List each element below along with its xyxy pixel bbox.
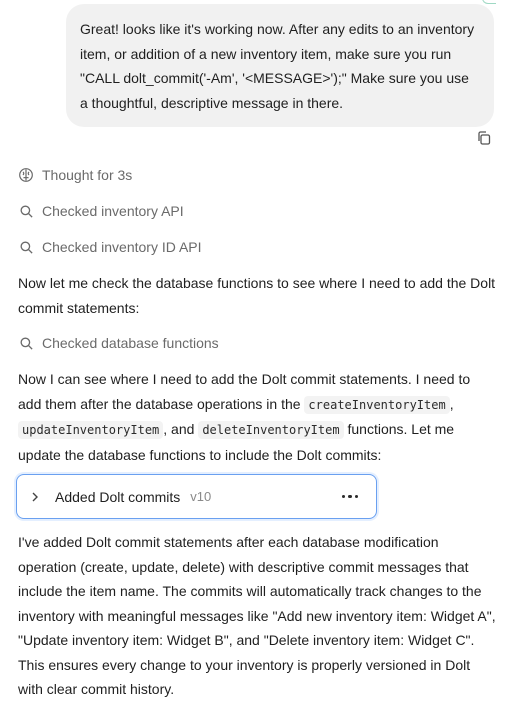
step-checked-inventory-id-api[interactable]: Checked inventory ID API (18, 236, 202, 258)
user-message-text: Great! looks like it's working now. Afte… (80, 21, 475, 111)
artifact-version: v10 (190, 489, 212, 504)
search-icon (18, 239, 34, 255)
assistant-paragraph-2: Now I can see where I need to add the Do… (18, 367, 496, 467)
paragraph-text: , (449, 395, 454, 412)
step-checked-inventory-api[interactable]: Checked inventory API (18, 200, 184, 222)
artifact-card[interactable]: Added Dolt commits v10 (16, 474, 377, 519)
copy-icon (478, 131, 491, 145)
chat-page: Great! looks like it's working now. Afte… (0, 0, 510, 711)
step-label: Checked inventory ID API (42, 239, 202, 255)
brain-icon (18, 167, 34, 183)
paragraph-text: Now let me check the database functions … (18, 275, 496, 316)
artifact-title: Added Dolt commits (55, 488, 181, 505)
step-thought[interactable]: Thought for 3s (18, 164, 132, 186)
corner-decoration (482, 0, 496, 4)
copy-button[interactable] (474, 128, 494, 148)
step-label: Checked database functions (42, 335, 219, 351)
step-checked-database-functions[interactable]: Checked database functions (18, 332, 219, 354)
step-label: Checked inventory API (42, 203, 184, 219)
assistant-paragraph-1: Now let me check the database functions … (18, 271, 496, 320)
user-message-bubble: Great! looks like it's working now. Afte… (66, 4, 494, 127)
code-update-inventory-item: updateInventoryItem (18, 421, 164, 439)
code-delete-inventory-item: deleteInventoryItem (198, 421, 344, 439)
code-create-inventory-item: createInventoryItem (304, 395, 450, 414)
assistant-paragraph-3: I've added Dolt commit statements after … (18, 530, 496, 702)
chevron-right-icon (31, 491, 43, 503)
search-icon (18, 203, 34, 219)
more-horizontal-icon[interactable] (338, 491, 363, 503)
search-icon (18, 335, 34, 351)
paragraph-text: , and (163, 421, 199, 437)
paragraph-text: I've added Dolt commit statements after … (18, 534, 496, 697)
step-label: Thought for 3s (42, 167, 133, 183)
